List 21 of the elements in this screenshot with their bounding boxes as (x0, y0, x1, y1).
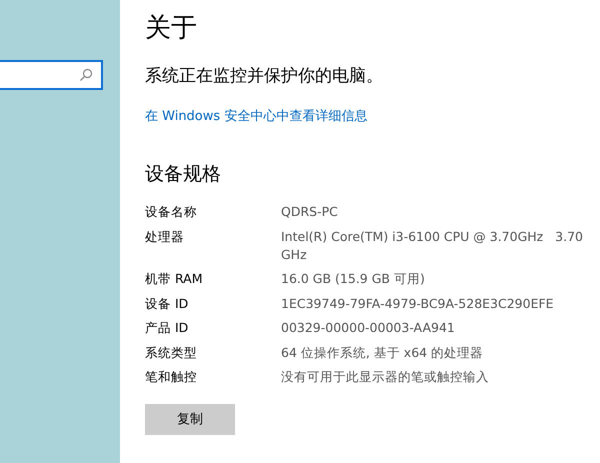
page-title: 关于 (145, 12, 197, 45)
search-icon (79, 68, 93, 82)
spec-label: 设备 ID (145, 294, 190, 312)
search-field[interactable] (0, 60, 103, 90)
spec-label: 笔和触控 (145, 368, 198, 386)
spec-value: 64 位操作系统, 基于 x64 的处理器 (281, 344, 484, 362)
spec-value: QDRS-PC (281, 203, 339, 221)
spec-value: 16.0 GB (15.9 GB 可用) (281, 270, 426, 288)
spec-label: 系统类型 (145, 344, 198, 362)
spec-label: 机带 RAM (145, 270, 204, 288)
section-heading: 设备规格 (145, 162, 221, 187)
spec-value: 1EC39749-79FA-4979-BC9A-528E3C290EFE (281, 294, 555, 312)
spec-value: 没有可用于此显示器的笔或触控输入 (281, 368, 490, 386)
copy-button[interactable]: 复制 (145, 404, 235, 434)
status-text: 系统正在监控并保护你的电脑。 (145, 65, 383, 87)
spec-label: 设备名称 (145, 203, 198, 221)
spec-label: 产品 ID (145, 319, 190, 337)
spec-value: Intel(R) Core(TM) i3-6100 CPU @ 3.70GHz 3.70 GHz (281, 228, 584, 264)
security-link[interactable]: 在 Windows 安全中心中查看详细信息 (145, 107, 368, 125)
spec-value: 00329-00000-00003-AA941 (281, 319, 456, 337)
spec-label: 处理器 (145, 228, 185, 246)
